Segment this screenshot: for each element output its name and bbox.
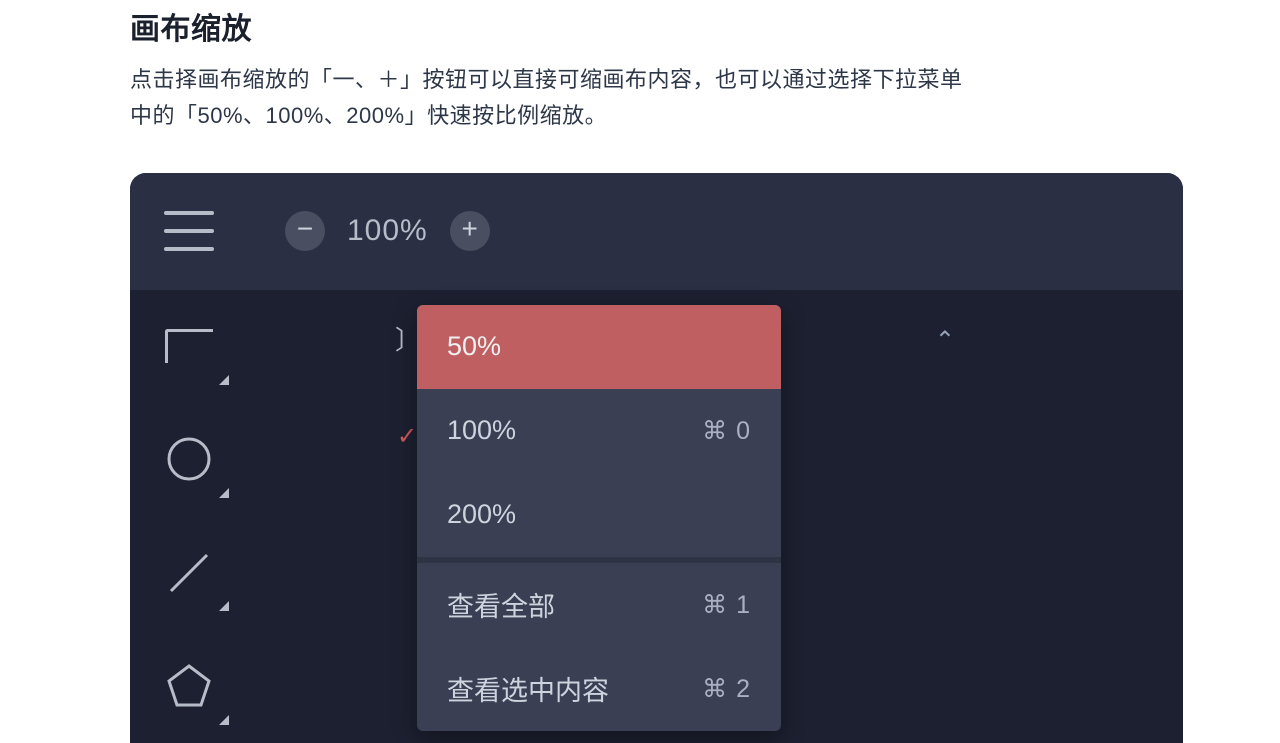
menu-item-label: 查看全部 bbox=[447, 585, 555, 624]
menu-button[interactable] bbox=[130, 173, 247, 290]
zoom-dropdown-menu: 50% 100% ⌘ 0 200% 查看全部 ⌘ 1 查看选中内容 bbox=[417, 305, 781, 731]
zoom-menu-item-view-selection[interactable]: 查看选中内容 ⌘ 2 bbox=[417, 647, 781, 731]
menu-item-label: 查看选中内容 bbox=[447, 669, 609, 708]
zoom-menu-item-50[interactable]: 50% bbox=[417, 305, 781, 389]
zoom-menu-item-view-all[interactable]: 查看全部 ⌘ 1 bbox=[417, 563, 781, 647]
tool-line[interactable] bbox=[130, 516, 247, 629]
topbar: − 100% + bbox=[130, 173, 1183, 290]
menu-item-label: 100% bbox=[447, 415, 516, 446]
menu-item-label: 50% bbox=[447, 331, 501, 362]
canvas-panel-area: 〕 ⌃ ✓ 50% 100% ⌘ 0 200% 查看全部 bbox=[247, 290, 1183, 743]
tool-flyout-indicator-icon bbox=[219, 488, 229, 498]
check-icon: ✓ bbox=[397, 422, 417, 451]
tool-flyout-indicator-icon bbox=[219, 601, 229, 611]
zoom-out-button[interactable]: − bbox=[285, 211, 325, 251]
section-title: 画布缩放 bbox=[130, 4, 1280, 48]
minus-icon: − bbox=[297, 215, 313, 243]
tool-polygon[interactable] bbox=[130, 629, 247, 742]
menu-item-shortcut: ⌘ 2 bbox=[702, 674, 751, 704]
chevron-up-icon[interactable]: ⌃ bbox=[935, 326, 955, 355]
menu-item-label: 200% bbox=[447, 499, 516, 530]
hamburger-icon bbox=[164, 211, 214, 251]
zoom-value-label[interactable]: 100% bbox=[343, 214, 432, 248]
menu-item-shortcut: ⌘ 0 bbox=[702, 416, 751, 446]
menu-item-shortcut: ⌘ 1 bbox=[702, 590, 751, 620]
tool-rectangle[interactable] bbox=[130, 290, 247, 403]
zoom-menu-item-100[interactable]: 100% ⌘ 0 bbox=[417, 389, 781, 473]
zoom-menu-item-200[interactable]: 200% bbox=[417, 473, 781, 557]
app-mock-frame: − 100% + bbox=[130, 173, 1183, 743]
tool-rail bbox=[130, 290, 247, 743]
zoom-in-button[interactable]: + bbox=[450, 211, 490, 251]
tool-flyout-indicator-icon bbox=[219, 375, 229, 385]
section-body: 点击择画布缩放的「一、＋」按钮可以直接可缩画布内容，也可以通过选择下拉菜单中的「… bbox=[130, 62, 970, 135]
tool-circle[interactable] bbox=[130, 403, 247, 516]
plus-icon: + bbox=[462, 215, 478, 243]
zoom-controls: − 100% + bbox=[285, 211, 490, 251]
